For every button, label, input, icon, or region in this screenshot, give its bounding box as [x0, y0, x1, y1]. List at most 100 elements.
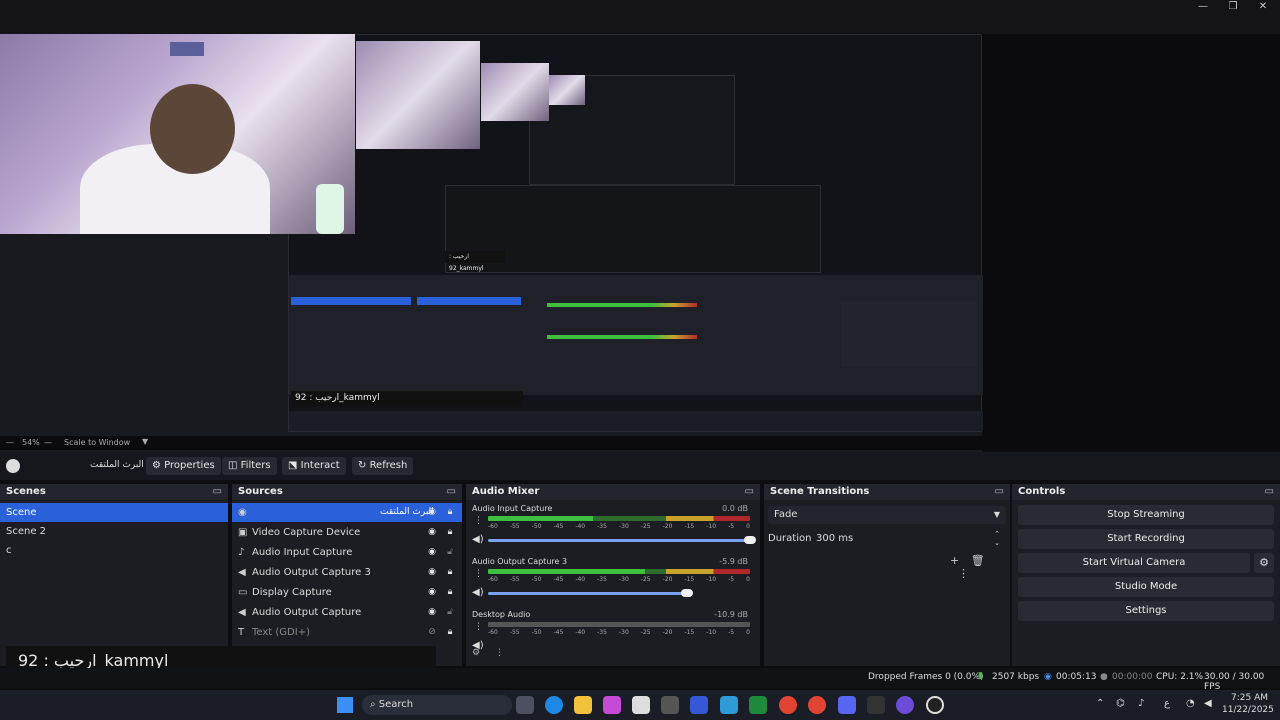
xbox-icon[interactable] — [749, 696, 767, 714]
volume-slider-handle[interactable] — [744, 536, 756, 544]
twitch-icon[interactable] — [896, 696, 914, 714]
source-item[interactable]: ♪ Audio Input Capture ◉ 🔓︎ — [232, 543, 462, 562]
transition-select[interactable]: Fade ▼ — [768, 506, 1006, 524]
source-item[interactable]: ◀ Audio Output Capture ◉ 🔓︎ — [232, 603, 462, 622]
unlock-icon[interactable]: 🔓︎ — [444, 543, 456, 562]
copilot-icon[interactable] — [603, 696, 621, 714]
scale-percent: 54% — [22, 438, 40, 447]
interact-button[interactable]: ⬔ Interact — [282, 457, 346, 475]
channel-menu-icon[interactable]: ⋮ — [474, 622, 483, 632]
mixer-channel: Audio Input Capture 0.0 dB ⋮ -60 -55 -50 -45 -4… — [466, 504, 760, 554]
discord-icon[interactable] — [838, 696, 856, 714]
scale-mode[interactable]: Scale to Window — [64, 438, 130, 447]
lock-icon[interactable]: 🔒︎ — [444, 623, 456, 642]
filters-label: Filters — [240, 460, 271, 471]
dock-menu-icon[interactable]: ▭ — [745, 484, 754, 500]
eye-icon[interactable]: ◉ — [426, 563, 438, 582]
store-icon[interactable] — [632, 696, 650, 714]
maximize-button[interactable]: ❐ — [1218, 0, 1248, 14]
start-recording-button[interactable]: Start Recording — [1018, 529, 1274, 549]
app-icon[interactable] — [720, 696, 738, 714]
eye-icon[interactable]: ◉ — [426, 543, 438, 562]
task-view-icon[interactable] — [516, 696, 534, 714]
language-indicator[interactable]: ع — [1164, 698, 1170, 709]
mixer-settings-icon[interactable]: ⚙ — [472, 648, 480, 658]
refresh-button[interactable]: ↻ Refresh — [352, 457, 414, 475]
source-item[interactable]: ◉ البرث الملتقت ◉ 🔒︎ — [232, 503, 462, 522]
stepper-icon[interactable]: ⌃ ⌄ — [994, 530, 1000, 548]
preview-canvas[interactable]: ارحيب : 92_kammyl ارحيب : 92_kammyl — [0, 34, 983, 466]
app-icon[interactable] — [690, 696, 708, 714]
lock-icon[interactable]: 🔒︎ — [444, 583, 456, 602]
mixer-menu-icon[interactable]: ⋮ — [495, 648, 504, 658]
chrome-icon[interactable] — [779, 696, 797, 714]
dock-menu-icon[interactable]: ▭ — [213, 484, 222, 500]
wifi-icon[interactable]: ◔ — [1186, 698, 1195, 709]
meter-tick-label: -15 — [684, 629, 695, 636]
duration-field[interactable]: 300 ms ⌃ ⌄ — [812, 530, 1006, 548]
close-button[interactable]: ✕ — [1248, 0, 1278, 14]
eye-icon[interactable]: ◉ — [426, 503, 438, 522]
source-item[interactable]: T Text (GDI+) ⊘ 🔒︎ — [232, 623, 462, 642]
lock-icon[interactable]: 🔒︎ — [444, 503, 456, 522]
zoom-out-icon[interactable]: — — [6, 438, 14, 447]
taskbar-search[interactable]: ⌕ Search — [362, 695, 512, 715]
unlock-icon[interactable]: 🔓︎ — [444, 603, 456, 622]
source-item[interactable]: ▣ Video Capture Device ◉ 🔒︎ — [232, 523, 462, 542]
volume-slider-handle[interactable] — [681, 589, 694, 597]
scene-item[interactable]: c — [0, 541, 228, 560]
dock-menu-icon[interactable]: ▭ — [1265, 484, 1274, 500]
windows-start-icon[interactable] — [337, 697, 353, 713]
volume-slider[interactable] — [488, 592, 688, 595]
chevron-down-icon[interactable]: ▼ — [142, 437, 148, 446]
mute-speaker-icon[interactable]: ◀) — [472, 587, 484, 598]
speaker-icon: ◀ — [238, 567, 246, 578]
volume-slider[interactable] — [488, 539, 750, 542]
channel-menu-icon[interactable]: ⋮ — [474, 569, 483, 579]
dock-menu-icon[interactable]: ▭ — [447, 484, 456, 500]
eye-icon[interactable]: ◉ — [426, 603, 438, 622]
mic-tray-icon[interactable]: ♪ — [1138, 698, 1144, 709]
volume-icon[interactable]: ◀ — [1204, 698, 1212, 709]
add-transition-icon[interactable]: + — [950, 554, 959, 567]
source-item[interactable]: ▭ Display Capture ◉ 🔒︎ — [232, 583, 462, 602]
clock-date[interactable]: 11/22/2025 — [1222, 705, 1274, 715]
context-source-name: البرث الملتقت — [90, 460, 144, 470]
clock-time[interactable]: 7:25 AM — [1224, 693, 1268, 703]
source-item[interactable]: ◀ Audio Output Capture 3 ◉ 🔒︎ — [232, 563, 462, 582]
channel-db: 0.0 dB — [722, 504, 748, 513]
lock-icon[interactable]: 🔒︎ — [444, 563, 456, 582]
file-explorer-icon[interactable] — [574, 696, 592, 714]
zoom-in-icon[interactable]: — — [44, 438, 52, 447]
mute-speaker-icon[interactable]: ◀) — [472, 534, 484, 545]
app-icon[interactable] — [661, 696, 679, 714]
eye-icon[interactable]: ◉ — [426, 523, 438, 542]
lock-icon[interactable]: 🔒︎ — [444, 523, 456, 542]
mixer-toolbar: ⚙ ⋮ — [472, 648, 532, 662]
channel-menu-icon[interactable]: ⋮ — [474, 516, 483, 526]
preview-area[interactable]: ارحيب : 92_kammyl ارحيب : 92_kammyl — [0, 34, 1280, 466]
dock-menu-icon[interactable]: ▭ — [995, 484, 1004, 500]
stop-streaming-button[interactable]: Stop Streaming — [1018, 505, 1274, 525]
app-icon[interactable] — [867, 696, 885, 714]
scene-item[interactable]: Scene 2 — [0, 522, 228, 541]
settings-button[interactable]: Settings — [1018, 601, 1274, 621]
obs-icon[interactable] — [926, 696, 944, 714]
remove-transition-icon[interactable]: 🗑︎ — [971, 554, 985, 567]
chrome-icon[interactable] — [808, 696, 826, 714]
network-icon[interactable]: ⌬ — [1116, 698, 1125, 709]
start-virtual-camera-button[interactable]: Start Virtual Camera — [1018, 553, 1250, 573]
search-icon: ⌕ — [370, 699, 379, 710]
edge-icon[interactable] — [545, 696, 563, 714]
eye-hidden-icon[interactable]: ⊘ — [426, 623, 438, 642]
minimize-button[interactable]: — — [1188, 0, 1218, 14]
scene-item[interactable]: Scene — [0, 503, 228, 522]
virtual-camera-gear-icon[interactable]: ⚙ — [1254, 553, 1274, 573]
eye-icon[interactable]: ◉ — [426, 583, 438, 602]
studio-mode-button[interactable]: Studio Mode — [1018, 577, 1274, 597]
nested-chat-overlay: ارحيب : 92_kammyl — [291, 391, 523, 407]
chevron-up-icon[interactable]: ⌃ — [1096, 698, 1104, 709]
transition-menu-icon[interactable]: ⋮ — [958, 567, 969, 580]
properties-button[interactable]: ⚙ Properties — [146, 457, 221, 475]
filters-button[interactable]: ◫ Filters — [222, 457, 277, 475]
